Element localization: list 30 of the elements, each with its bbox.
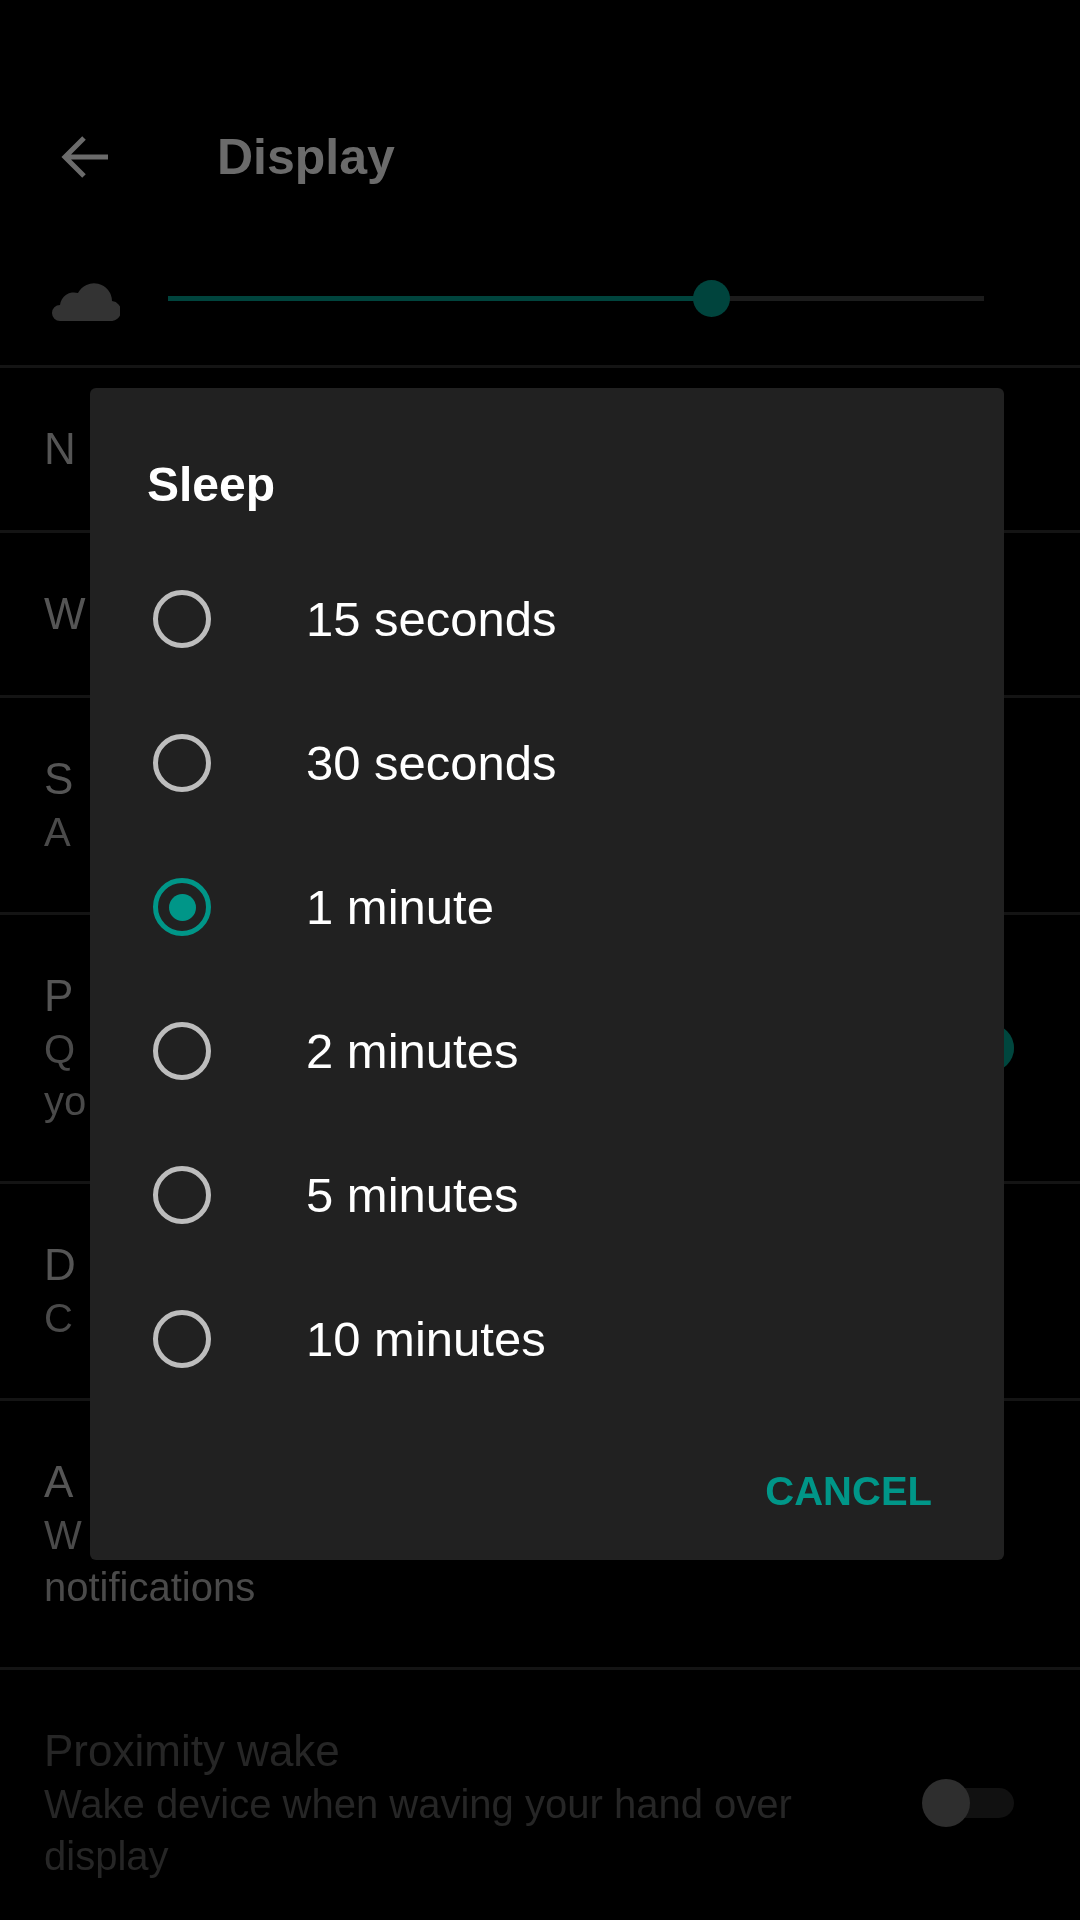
setting-summary: C: [44, 1295, 73, 1342]
option-label[interactable]: 1 minute: [306, 879, 494, 935]
radio-button[interactable]: [153, 878, 211, 936]
dialog-title: Sleep: [147, 458, 276, 512]
option-label[interactable]: 30 seconds: [306, 735, 557, 791]
option-label[interactable]: 15 seconds: [306, 591, 557, 647]
radio-button[interactable]: [153, 1310, 211, 1368]
back-arrow-icon[interactable]: [60, 135, 110, 179]
setting-title: W: [44, 588, 86, 640]
setting-title: S: [44, 753, 74, 805]
radio-button[interactable]: [153, 734, 211, 792]
toggle-switch[interactable]: [922, 1779, 1014, 1827]
setting-summary: W: [44, 1512, 82, 1559]
setting-title: D: [44, 1239, 76, 1291]
radio-button[interactable]: [153, 1166, 211, 1224]
option-label[interactable]: 2 minutes: [306, 1023, 519, 1079]
setting-summary: A: [44, 809, 71, 856]
setting-summary: notifications: [44, 1564, 256, 1611]
setting-title: N: [44, 423, 76, 475]
option-label[interactable]: 10 minutes: [306, 1311, 546, 1367]
cancel-button[interactable]: CANCEL: [761, 1451, 936, 1531]
radio-button[interactable]: [153, 590, 211, 648]
page-title: Display: [217, 128, 395, 187]
setting-summary: Q: [44, 1026, 76, 1073]
option-label[interactable]: 5 minutes: [306, 1167, 519, 1223]
setting-title: A: [44, 1456, 74, 1508]
slider-thumb[interactable]: [692, 280, 730, 317]
radio-button[interactable]: [153, 1022, 211, 1080]
setting-title: P: [44, 970, 74, 1022]
setting-summary: yo: [44, 1078, 87, 1125]
